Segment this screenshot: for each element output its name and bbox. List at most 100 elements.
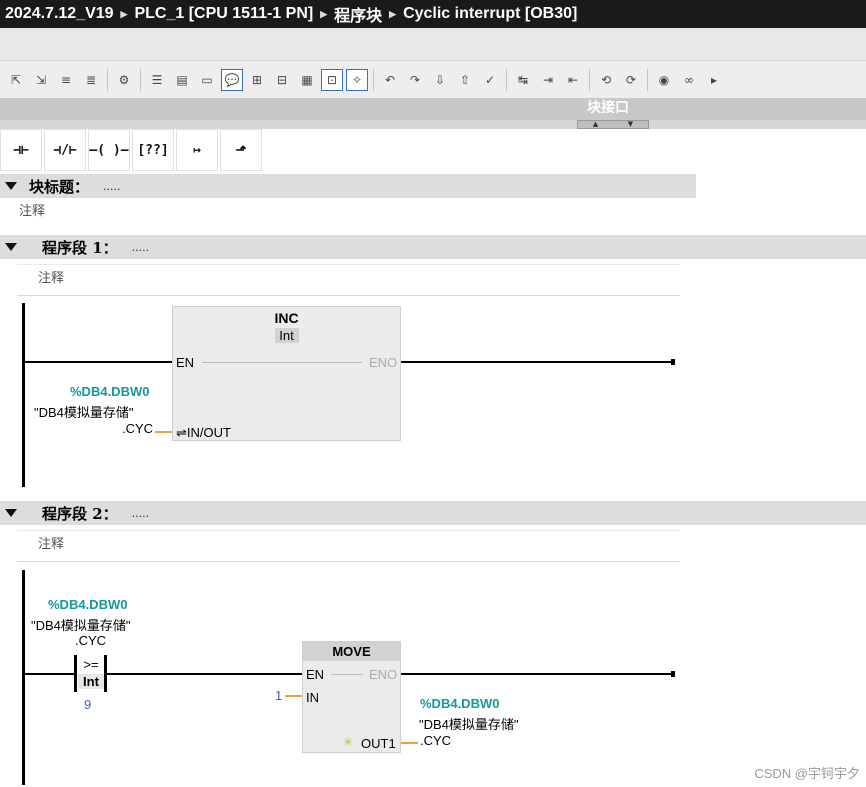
upload-icon[interactable]: ⇧ [454, 69, 476, 91]
toolbar-divider [373, 68, 374, 91]
move-in-value[interactable]: 1 [275, 688, 282, 703]
interface-splitter [0, 120, 866, 129]
network-1-title-value[interactable]: ..... [132, 241, 149, 254]
empty-box-button[interactable]: [??] [132, 129, 174, 171]
inc-en-pin[interactable]: EN [176, 355, 194, 370]
move-en-pin[interactable]: EN [306, 667, 324, 682]
monitor-icon[interactable]: ⟲ [595, 69, 617, 91]
go-to-next-icon[interactable]: ↷ [404, 69, 426, 91]
open-branch-button[interactable]: ↦ [176, 129, 218, 171]
en-eno-line [202, 362, 362, 363]
block-title-band[interactable]: 块标题： ..... [0, 174, 696, 198]
append-row-icon[interactable]: ≣ [80, 69, 102, 91]
inc-inout-pin[interactable]: ⇌IN/OUT [176, 425, 231, 441]
watermark: CSDN @宇钶宇夕 [754, 766, 860, 781]
network-comments-icon[interactable]: ▤ [171, 69, 193, 91]
glasses-icon[interactable]: ∞ [678, 69, 700, 91]
step-out-icon[interactable]: ⇤ [562, 69, 584, 91]
breadcrumb: 2024.7.12_V19 ▶ PLC_1 [CPU 1511-1 PN] ▶ … [0, 0, 866, 28]
absolute-operands-icon[interactable]: ⚙ [113, 69, 135, 91]
breakpoint-icon[interactable]: ◉ [653, 69, 675, 91]
ladder-toggle-icon[interactable]: ⊡ [321, 68, 343, 91]
insert-network-icon[interactable]: ⇱ [5, 69, 27, 91]
block-interface-bar[interactable]: 块接口 [0, 98, 866, 120]
network-2-title-value[interactable]: ..... [132, 507, 149, 520]
compare-operand-address[interactable]: %DB4.DBW0 [48, 597, 127, 612]
collapse-down-icon[interactable]: ▼ [628, 121, 633, 128]
close-branch-button[interactable]: ⬏ [220, 129, 262, 171]
network-2-comment: 注释 [38, 537, 65, 552]
breadcrumb-program-blocks[interactable]: 程序块 [334, 2, 382, 26]
move-out-member[interactable]: .CYC [420, 733, 451, 748]
collapse-triangle-icon[interactable] [5, 509, 17, 517]
toolbar-divider [506, 68, 507, 91]
rung-end-marker [671, 671, 675, 677]
network-2-title: 程序段 2： [42, 504, 118, 523]
compare-operator[interactable]: >= [79, 657, 103, 672]
move-out-pin[interactable]: OUT1 [361, 736, 396, 751]
inc-instruction-box[interactable]: INC Int [172, 306, 401, 441]
move-out-symbol[interactable]: "DB4模拟量存储" [419, 714, 519, 733]
inc-data-type[interactable]: Int [274, 328, 299, 343]
star-icon[interactable]: ✧ [346, 68, 368, 91]
breadcrumb-block[interactable]: Cyclic interrupt [OB30] [403, 5, 577, 23]
breadcrumb-plc[interactable]: PLC_1 [CPU 1511-1 PN] [134, 5, 313, 23]
compare-value[interactable]: 9 [84, 697, 91, 712]
collapse-triangle-icon[interactable] [5, 243, 17, 251]
block-comment[interactable]: 注释 [19, 200, 45, 219]
network-2-comment-box[interactable]: 注释 [17, 530, 680, 562]
network-1-comment: 注释 [38, 271, 65, 286]
network-1-comment-box[interactable]: 注释 [17, 264, 680, 296]
nc-contact-button[interactable]: ⊣/⊢ [44, 129, 86, 171]
go-to-previous-icon[interactable]: ↶ [379, 69, 401, 91]
favorites-icon[interactable]: ▭ [196, 69, 218, 91]
no-contact-icon: ⊣⊢ [13, 142, 29, 158]
no-contact-button[interactable]: ⊣⊢ [0, 129, 42, 171]
expand-up-icon[interactable]: ▲ [593, 121, 598, 128]
block-title-value[interactable]: ..... [103, 180, 120, 193]
inc-eno-pin[interactable]: ENO [369, 355, 397, 370]
move-in-pin[interactable]: IN [306, 690, 319, 705]
rung-wire-out [401, 673, 671, 675]
tag-table-icon[interactable]: ▦ [296, 69, 318, 91]
step-icon[interactable]: ↹ [512, 69, 534, 91]
delete-network-icon[interactable]: ⇲ [30, 69, 52, 91]
coil-button[interactable]: –( )– [88, 129, 130, 171]
move-instruction-name: MOVE [303, 642, 400, 661]
step-into-icon[interactable]: ⇥ [537, 69, 559, 91]
show-tag-info-icon[interactable]: ⊟ [271, 69, 293, 91]
rung-wire-out [401, 361, 671, 363]
toolbar-divider [589, 68, 590, 91]
toolbar-divider [140, 68, 141, 91]
breadcrumb-project[interactable]: 2024.7.12_V19 [5, 5, 114, 23]
more-icon[interactable]: ▸ [703, 69, 725, 91]
power-rail [22, 303, 25, 487]
out-connector [401, 742, 418, 744]
inc-operand-address[interactable]: %DB4.DBW0 [70, 384, 149, 399]
compare-operand-symbol[interactable]: "DB4模拟量存储" [31, 615, 131, 634]
move-out-address[interactable]: %DB4.DBW0 [420, 696, 499, 711]
compare-operand-member[interactable]: .CYC [75, 633, 106, 648]
rung-wire [25, 361, 172, 363]
monitor-all-icon[interactable]: ⟳ [620, 69, 642, 91]
move-eno-pin[interactable]: ENO [369, 667, 397, 682]
networks-on-off-icon[interactable]: ☰ [146, 69, 168, 91]
rung-wire [107, 673, 302, 675]
inc-operand-symbol[interactable]: "DB4模拟量存储" [34, 402, 134, 421]
close-branch-icon: ⬏ [235, 142, 247, 158]
inc-operand-member[interactable]: .CYC [122, 421, 153, 436]
network-1-header[interactable]: 程序段 1： ..... [0, 235, 866, 259]
toolbar-divider [647, 68, 648, 91]
network-2-header[interactable]: 程序段 2： ..... [0, 501, 866, 525]
insert-row-icon[interactable]: ≡ [55, 69, 77, 91]
compare-data-type[interactable]: Int [78, 674, 104, 689]
block-title-label: 块标题： [29, 177, 90, 196]
download-icon[interactable]: ⇩ [429, 69, 451, 91]
collapse-triangle-icon[interactable] [5, 182, 17, 190]
open-branch-icon: ↦ [193, 142, 201, 158]
tag-info-icon[interactable]: ⊞ [246, 69, 268, 91]
interface-splitter-handle[interactable]: ▲ ▼ [577, 120, 649, 129]
compile-icon[interactable]: ✓ [479, 69, 501, 91]
editor-toolbar: ⇱ ⇲ ≡ ≣ ⚙ ☰ ▤ ▭ 💬 ⊞ ⊟ ▦ ⊡ ✧ ↶ ↷ ⇩ ⇧ ✓ ↹ … [0, 60, 866, 98]
comment-icon[interactable]: 💬 [221, 68, 243, 91]
